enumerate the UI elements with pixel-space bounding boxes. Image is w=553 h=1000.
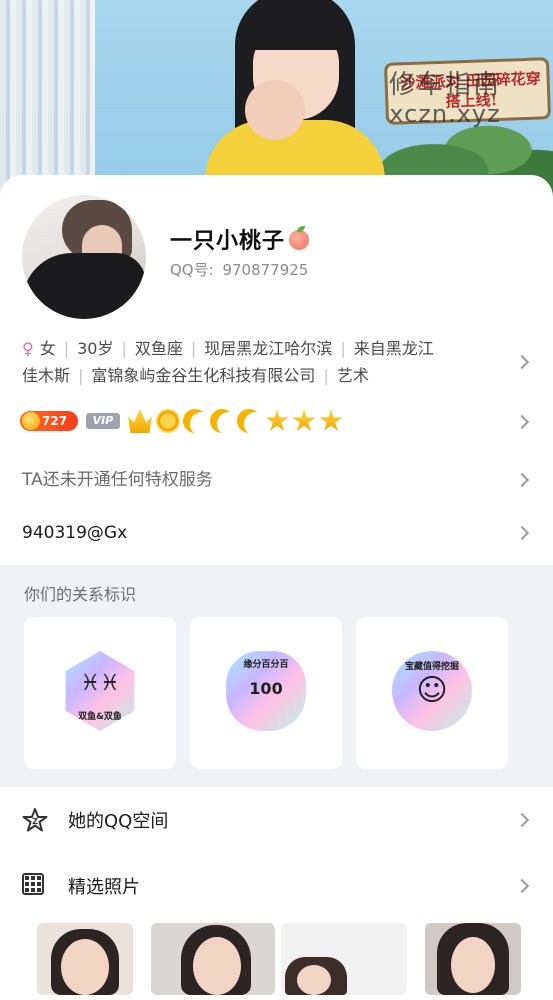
relation-card-treasure[interactable]: 宝藏值得挖掘 ☺ [356,617,508,769]
vip-badge: VIP [86,413,120,429]
nickname: 一只小桃子 [170,223,310,255]
smiley-glyph: ☺ [416,673,448,708]
grid-icon [22,873,44,895]
chevron-right-icon [514,354,530,370]
level-badge: 727 [20,411,78,431]
watermark: 修车指南 xczn.xyz [360,70,530,128]
chevron-right-icon [514,878,530,894]
qq-number: 970877925 [222,261,309,279]
crown-icon [128,409,152,433]
pisces-glyph: ♓♓ [80,671,120,696]
info-hometown-city: 佳木斯 [22,366,71,385]
svg-text:Z: Z [32,817,38,826]
photo-thumbnail[interactable] [151,923,275,995]
chevron-right-icon [514,414,530,430]
photo-thumbnail[interactable] [425,923,521,995]
relation-card-pisces[interactable]: ♓♓ 双鱼&双鱼 [24,617,176,769]
watermark-line1: 修车指南 [388,70,501,100]
profile-info-row[interactable]: ♀ 女 | 30岁 | 双鱼座 | 现居黑龙江哈尔滨 | 来自黑龙江 佳木斯 | 富锦象屿金谷生化科技… [0,335,553,395]
info-occupation: 艺术 [336,366,369,385]
qzone-label: 她的QQ空间 [68,811,169,832]
info-gender: 女 [39,339,56,358]
info-zodiac: 双鱼座 [134,339,183,358]
privilege-text: TA还未开通任何特权服务 [22,470,213,490]
star-icon [319,409,343,431]
relation-section: 你们的关系标识 ♓♓ 双鱼&双鱼 缘分百分百 100 宝藏值得挖掘 ☺ [0,565,553,787]
star-icon [265,409,289,431]
hundred-glyph: 100 [249,679,283,698]
banner-avatar-figure [205,0,385,200]
star-outline-icon: Z [22,808,48,832]
level-badges-row[interactable]: 727 VIP [0,407,553,437]
info-hometown: 来自黑龙江 [353,339,434,358]
signature-text: 940319@Gx [22,523,128,543]
moon-icon [237,409,261,433]
relation-card-fate[interactable]: 缘分百分百 100 [190,617,342,769]
pisces-badge-icon: ♓♓ 双鱼&双鱼 [65,651,135,731]
profile-card: 一只小桃子 QQ号: 970877925 ♀ 女 | 30岁 | 双鱼座 | 现居黑龙江哈尔滨… [0,175,553,565]
banner-curtain [0,0,95,200]
chevron-right-icon [514,525,530,541]
profile-banner[interactable]: 沙滩派对 田园碎花穿搭上线! 修车指南 xczn.xyz [0,0,553,200]
photos-row[interactable]: 精选照片 [0,855,553,915]
info-residence: 现居黑龙江哈尔滨 [204,339,333,358]
qq-label: QQ号: [170,261,214,279]
qq-number-line: QQ号: 970877925 [170,259,308,280]
photos-label: 精选照片 [68,877,140,898]
photo-strip [0,919,553,1000]
smiley-badge-icon: 宝藏值得挖掘 ☺ [392,651,472,731]
chevron-right-icon [514,472,530,488]
sun-icon [156,409,180,433]
relation-title: 你们的关系标识 [24,585,137,604]
relation-card-label: 缘分百分百 [243,660,289,670]
photo-thumbnail[interactable] [37,923,133,995]
qzone-row[interactable]: Z 她的QQ空间 [0,789,553,849]
info-company: 富锦象屿金谷生化科技有限公司 [91,366,316,385]
photo-thumbnail[interactable] [281,923,407,995]
relation-card-label: 双鱼&双鱼 [78,712,122,722]
female-icon: ♀ [22,339,34,358]
signature-row[interactable]: 940319@Gx [0,513,553,553]
avatar[interactable] [22,195,146,319]
chevron-right-icon [514,812,530,828]
relation-card-label: 宝藏值得挖掘 [404,662,459,672]
privilege-row[interactable]: TA还未开通任何特权服务 [0,460,553,500]
peach-icon [289,226,310,250]
moon-icon [183,409,207,433]
moon-icon [210,409,234,433]
heart-100-badge-icon: 缘分百分百 100 [226,651,306,731]
profile-list: Z 她的QQ空间 精选照片 [0,787,553,1000]
nickname-text: 一只小桃子 [170,229,286,254]
info-age: 30岁 [77,339,114,358]
star-icon [292,409,316,431]
watermark-line2: xczn.xyz [389,100,501,128]
